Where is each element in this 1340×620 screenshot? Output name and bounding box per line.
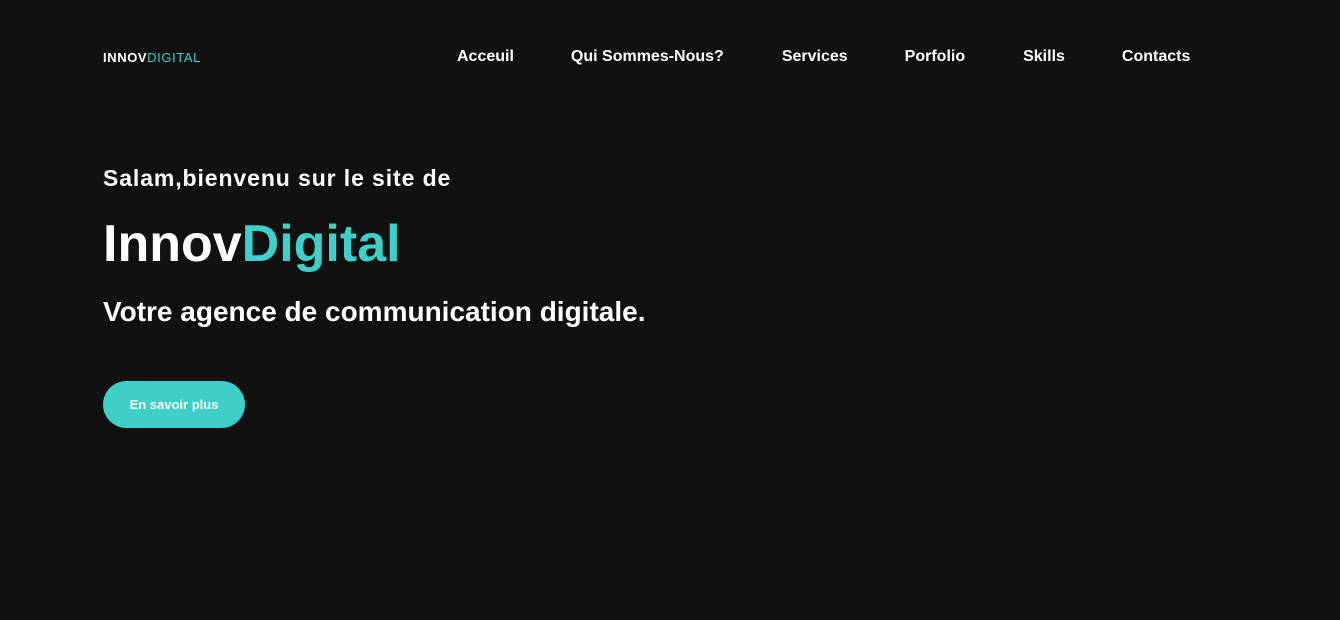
hero-title-primary: Innov xyxy=(103,215,242,273)
hero-subtitle: Votre agence de communication digitale. xyxy=(103,296,646,327)
nav-item-services[interactable]: Services xyxy=(782,47,848,67)
hero-title-accent: Digital xyxy=(241,215,401,273)
nav-item-qui-sommes-nous[interactable]: Qui Sommes-Nous? xyxy=(571,47,724,67)
nav-item-acceuil[interactable]: Acceuil xyxy=(457,47,514,67)
learn-more-button[interactable]: En savoir plus xyxy=(103,381,245,428)
hero-greeting: Salam,bienvenu sur le site de xyxy=(103,165,452,191)
nav-item-contacts[interactable]: Contacts xyxy=(1122,47,1190,67)
logo-primary-text: INNOV xyxy=(103,50,148,65)
nav-item-portfolio[interactable]: Porfolio xyxy=(905,47,965,67)
site-logo[interactable]: INNOVDIGITAL xyxy=(103,50,201,65)
logo-accent-text: DIGITAL xyxy=(147,50,201,65)
main-nav: Acceuil Qui Sommes-Nous? Services Porfol… xyxy=(457,47,1190,67)
page: INNOVDIGITAL Acceuil Qui Sommes-Nous? Se… xyxy=(0,0,1340,620)
nav-item-skills[interactable]: Skills xyxy=(1023,47,1065,67)
hero-title: InnovDigital xyxy=(103,215,401,273)
